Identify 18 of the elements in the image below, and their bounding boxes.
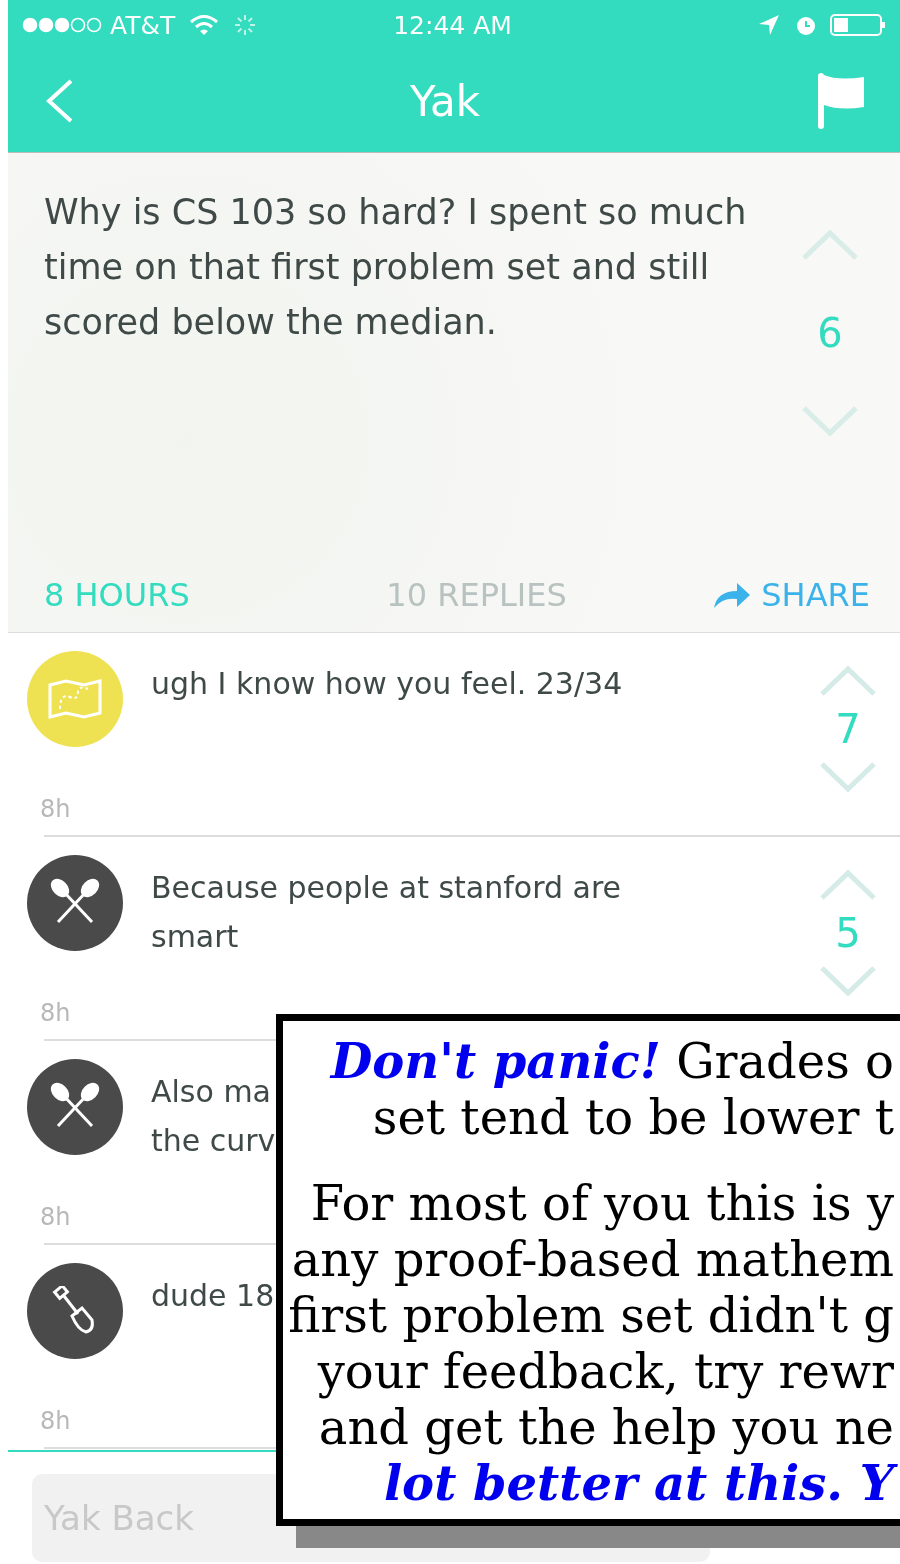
vote-count: 7: [835, 709, 861, 749]
carrier-name: AT&T: [110, 10, 176, 40]
vote-count: 5: [835, 913, 861, 953]
reply-text: Because people at stanford are smart: [151, 869, 622, 956]
reply-time: 8h: [40, 1001, 71, 1025]
callout-text: Don't panic! Grades o set tend to be lower t: [328, 1033, 894, 1145]
reply-text: dude 18: [151, 1277, 275, 1315]
reply-time: 8h: [40, 1409, 71, 1433]
reply-time: 8h: [40, 797, 71, 821]
reply-time: 8h: [40, 1205, 71, 1229]
clock-time: 12:44 AM: [393, 10, 512, 40]
vote-count: 6: [817, 313, 843, 353]
reply-count: 10 REPLIES: [386, 576, 567, 614]
page-title: Yak: [410, 76, 480, 126]
reply-text: Also ma the curv: [151, 1073, 276, 1160]
reply-text: ugh I know how you feel. 23/34: [151, 665, 623, 703]
post-age: 8 HOURS: [44, 576, 190, 614]
post-text: Why is CS 103 so hard? I spent so much time on that first problem set and still scored below the median.: [44, 191, 748, 344]
